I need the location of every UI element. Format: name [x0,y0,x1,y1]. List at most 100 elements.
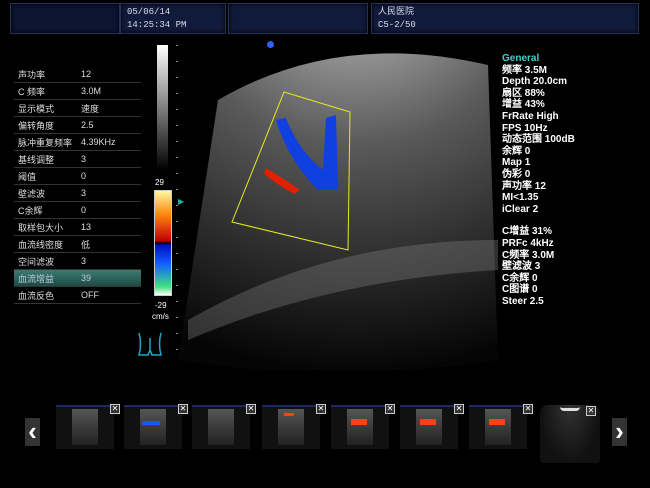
param-value: 39 [81,273,92,283]
param-value: 3 [81,256,87,266]
param-row[interactable]: 偏转角度 2.5 [14,117,141,134]
param-row[interactable]: 壁滤波 3 [14,185,141,202]
param-row[interactable]: 空间滤波 3 [14,253,141,270]
param-line: FrRate High [502,110,559,122]
chevron-right-icon[interactable]: › [612,418,627,446]
param-label: 偏转角度 [18,120,55,131]
datetime-box: 05/06/14 14:25:34 PM [120,3,226,34]
param-row[interactable]: 声功率 12 [14,66,141,83]
body-marker-icon [136,330,164,363]
param-row[interactable]: 基线调整 3 [14,151,141,168]
thumbnail[interactable]: ✕ [331,404,395,449]
param-line: 增益 43% [502,99,545,111]
imaging-params: General 频率 3.5M Depth 20.0cm 扇区 88% 增益 43% Fr… [502,53,575,307]
close-icon[interactable]: ✕ [385,404,395,414]
param-row[interactable]: 阈值 0 [14,168,141,185]
thumbnail[interactable]: ✕ [124,404,188,449]
ultrasound-image [178,53,498,370]
param-row[interactable]: 脉冲重复频率 4.39KHz [14,134,141,151]
param-label: 血流增益 [18,273,55,284]
param-line: 伪彩 0 [502,168,531,180]
thumbnail-image [140,409,166,445]
param-label: 血流线密度 [18,239,64,250]
param-line: Depth 20.0cm [502,76,568,88]
grayscale-bar [157,45,168,170]
close-icon[interactable]: ✕ [316,404,326,414]
param-value: 2.5 [81,120,94,130]
param-label: 血流反色 [18,290,55,301]
close-icon[interactable]: ✕ [586,406,596,416]
param-label: C余辉 [18,205,43,216]
param-label: 脉冲重复频率 [18,137,73,148]
param-line: 频率 3.5M [502,64,548,76]
param-label: 空间滤波 [18,256,55,267]
thumbnail[interactable]: ✕ [469,404,533,449]
param-value: 3 [81,188,87,198]
probe-name: C5-2/50 [378,20,416,30]
thumbnail-image [485,409,511,445]
param-row[interactable]: 血流增益 39 [14,270,141,287]
color-param-line: 壁滤波 3 [502,261,541,273]
colorbar-min: -29 [155,301,167,310]
close-icon[interactable]: ✕ [110,404,120,414]
thumbnail-image [416,409,442,445]
hospital-name: 人民医院 [378,7,415,17]
param-value: 0 [81,171,87,181]
param-row[interactable]: 显示模式 速度 [14,100,141,117]
param-label: C 频率 [18,86,46,97]
close-icon[interactable]: ✕ [454,404,464,414]
color-param-line: C频率 3.0M [502,249,555,261]
param-label: 壁滤波 [18,188,46,199]
thumbnail-image [72,409,98,445]
thumbnail[interactable]: ✕ [400,404,464,449]
color-param-line: C增益 31% [502,226,553,238]
param-line: MI<1.35 [502,192,539,204]
color-bar [154,190,172,296]
param-label: 基线调整 [18,154,55,165]
param-line: Map 1 [502,157,531,169]
param-row[interactable]: 血流反色 OFF [14,287,141,304]
colorbar-unit: cm/s [152,312,169,321]
param-value: 4.39KHz [81,137,116,147]
thumbnail[interactable]: ✕ [262,404,326,449]
param-value: 3 [81,154,87,164]
close-icon[interactable]: ✕ [246,404,256,414]
patient-box [228,3,368,34]
close-icon[interactable]: ✕ [523,404,533,414]
thumbnail[interactable]: ✕ [56,404,120,449]
thumbnail-image [347,409,373,445]
param-line: 声功率 12 [502,180,546,192]
date: 05/06/14 [127,7,171,17]
param-line: 扇区 88% [502,87,545,99]
parameter-panel: 声功率 12 C 频率 3.0M 显示模式 速度偏转角度 2.5 脉冲重复频率 4.39KHz 基… [14,66,141,304]
colorbar-max: 29 [155,178,164,187]
close-icon[interactable]: ✕ [178,404,188,414]
color-param-line: PRFc 4kHz [502,237,554,249]
color-param-line: C余辉 0 [502,272,538,284]
color-param-line: Steer 2.5 [502,295,544,307]
thumbnail[interactable]: ✕ [192,404,256,449]
param-value: OFF [81,290,99,300]
param-row[interactable]: 血流线密度 低 [14,236,141,253]
logo-box [10,3,120,34]
param-value: 速度 [81,103,100,114]
param-row[interactable]: 取样包大小 13 [14,219,141,236]
color-param-line: C图谱 0 [502,284,538,296]
param-row[interactable]: C余辉 0 [14,202,141,219]
param-row[interactable]: C 频率 3.0M [14,83,141,100]
param-value: 0 [81,205,87,215]
param-line: iClear 2 [502,203,539,215]
param-line: 动态范围 100dB [502,134,575,146]
param-line: 余辉 0 [502,145,531,157]
param-value: 低 [81,239,91,250]
params-title: General [502,53,540,64]
param-value: 12 [81,69,92,79]
thumbnail-image [208,409,234,445]
chevron-left-icon[interactable]: ‹ [25,418,40,446]
time: 14:25:34 PM [127,20,187,30]
param-line: FPS 10Hz [502,122,548,134]
param-label: 声功率 [18,69,46,80]
param-label: 取样包大小 [18,222,64,233]
info-box: 人民医院 C5-2/50 [371,3,639,34]
param-label: 阈值 [18,171,37,182]
